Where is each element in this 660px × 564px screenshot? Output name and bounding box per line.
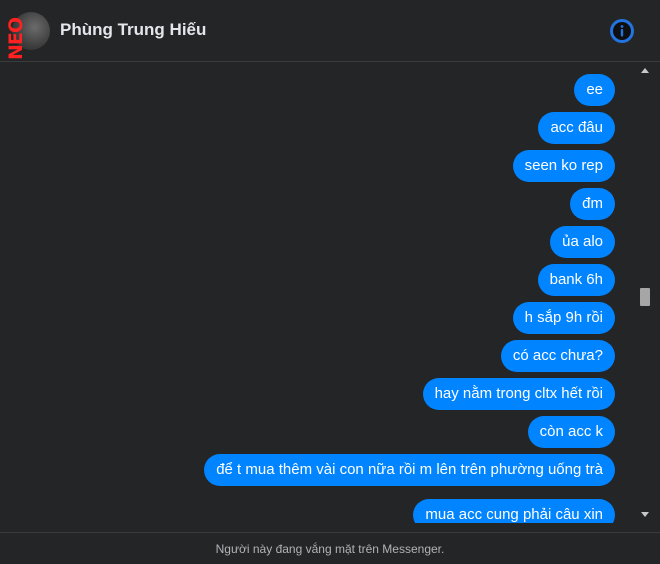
message-row: bank 6h — [537, 264, 615, 296]
chat-header: NEO Phùng Trung Hiếu — [0, 0, 660, 62]
scroll-thumb[interactable] — [640, 288, 650, 306]
message-row: acc đâu — [538, 112, 615, 144]
message-row: để t mua thêm vài con nữa rồi m lên trên… — [204, 454, 615, 486]
message-row: ee — [574, 74, 615, 106]
chat-footer: Người này đang vắng mặt trên Messenger. — [0, 532, 660, 564]
message-bubble[interactable]: seen ko rep — [512, 150, 615, 182]
scroll-up-arrow-icon[interactable] — [640, 65, 650, 75]
message-row: hay nằm trong cltx hết rồi — [422, 378, 615, 410]
away-status-text: Người này đang vắng mặt trên Messenger. — [215, 541, 445, 556]
avatar[interactable]: NEO — [5, 12, 50, 60]
scrollbar[interactable] — [637, 63, 653, 521]
message-bubble[interactable]: acc đâu — [538, 112, 615, 144]
message-bubble[interactable]: ủa alo — [550, 226, 615, 258]
message-row: seen ko rep — [512, 150, 615, 182]
message-bubble[interactable]: hay nằm trong cltx hết rồi — [422, 378, 615, 410]
message-bubble[interactable]: để t mua thêm vài con nữa rồi m lên trên… — [204, 454, 615, 486]
message-row: mua acc cung phải câu xin — [413, 499, 615, 523]
avatar-badge: NEO — [5, 17, 27, 60]
message-bubble[interactable]: h sắp 9h rồi — [512, 302, 615, 334]
message-row: h sắp 9h rồi — [512, 302, 615, 334]
info-icon — [610, 19, 634, 43]
message-thread[interactable]: ee acc đâu seen ko rep đm ủa alo bank 6h… — [0, 63, 637, 523]
message-row: ủa alo — [550, 226, 615, 258]
info-button[interactable] — [609, 18, 635, 44]
message-bubble[interactable]: ee — [574, 74, 615, 106]
message-bubble[interactable]: đm — [570, 188, 615, 220]
message-row: đm — [570, 188, 615, 220]
scroll-down-arrow-icon[interactable] — [640, 509, 650, 519]
message-row: có acc chưa? — [500, 340, 615, 372]
message-bubble[interactable]: mua acc cung phải câu xin — [413, 499, 615, 523]
message-bubble[interactable]: có acc chưa? — [500, 340, 615, 372]
message-bubble[interactable]: bank 6h — [537, 264, 615, 296]
message-bubble[interactable]: còn acc k — [527, 416, 615, 448]
contact-name[interactable]: Phùng Trung Hiếu — [60, 20, 206, 40]
message-row: còn acc k — [527, 416, 615, 448]
